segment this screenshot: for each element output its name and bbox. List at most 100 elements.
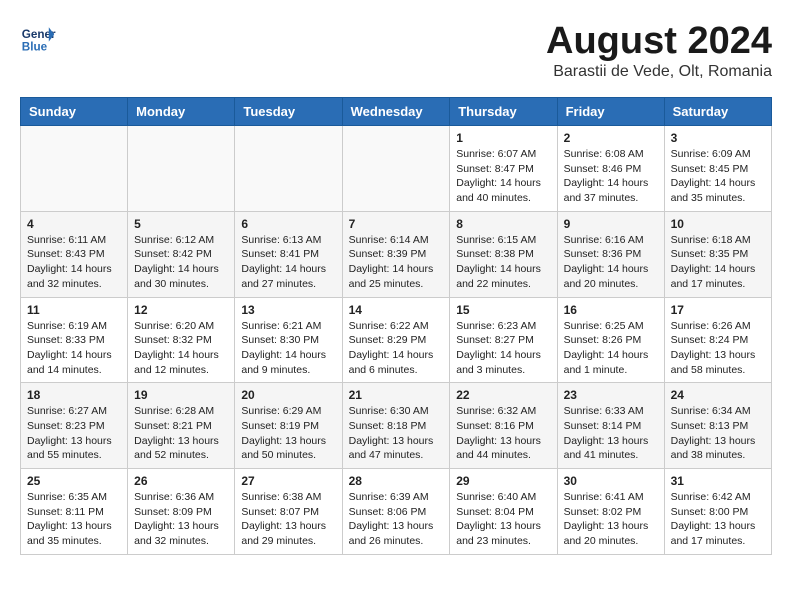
day-number: 11 <box>27 303 121 317</box>
calendar-cell: 21 Sunrise: 6:30 AM Sunset: 8:18 PM Dayli… <box>342 383 450 469</box>
calendar-cell: 31 Sunrise: 6:42 AM Sunset: 8:00 PM Dayli… <box>664 469 771 555</box>
day-number: 28 <box>349 474 444 488</box>
title-block: August 2024 Barastii de Vede, Olt, Roman… <box>546 20 772 81</box>
day-number: 14 <box>349 303 444 317</box>
col-header-saturday: Saturday <box>664 98 771 126</box>
day-number: 2 <box>564 131 658 145</box>
cell-content: Sunrise: 6:39 AM Sunset: 8:06 PM Dayligh… <box>349 490 444 549</box>
day-number: 19 <box>134 388 228 402</box>
cell-content: Sunrise: 6:14 AM Sunset: 8:39 PM Dayligh… <box>349 233 444 292</box>
col-header-tuesday: Tuesday <box>235 98 342 126</box>
page-header: General Blue August 2024 Barastii de Ved… <box>20 20 772 81</box>
cell-content: Sunrise: 6:07 AM Sunset: 8:47 PM Dayligh… <box>456 147 550 206</box>
day-number: 10 <box>671 217 765 231</box>
col-header-monday: Monday <box>128 98 235 126</box>
cell-content: Sunrise: 6:15 AM Sunset: 8:38 PM Dayligh… <box>456 233 550 292</box>
cell-content: Sunrise: 6:36 AM Sunset: 8:09 PM Dayligh… <box>134 490 228 549</box>
day-number: 22 <box>456 388 550 402</box>
cell-content: Sunrise: 6:18 AM Sunset: 8:35 PM Dayligh… <box>671 233 765 292</box>
day-number: 18 <box>27 388 121 402</box>
calendar-table: SundayMondayTuesdayWednesdayThursdayFrid… <box>20 97 772 555</box>
calendar-cell: 3 Sunrise: 6:09 AM Sunset: 8:45 PM Daylig… <box>664 126 771 212</box>
calendar-cell: 26Sunrise: 6:36 AM Sunset: 8:09 PM Dayli… <box>128 469 235 555</box>
calendar-cell: 6 Sunrise: 6:13 AM Sunset: 8:41 PM Daylig… <box>235 211 342 297</box>
logo: General Blue <box>20 20 56 56</box>
day-number: 4 <box>27 217 121 231</box>
cell-content: Sunrise: 6:20 AM Sunset: 8:32 PM Dayligh… <box>134 319 228 378</box>
day-number: 25 <box>27 474 121 488</box>
cell-content: Sunrise: 6:13 AM Sunset: 8:41 PM Dayligh… <box>241 233 335 292</box>
calendar-cell: 8 Sunrise: 6:15 AM Sunset: 8:38 PM Daylig… <box>450 211 557 297</box>
cell-content: Sunrise: 6:29 AM Sunset: 8:19 PM Dayligh… <box>241 404 335 463</box>
calendar-cell: 9 Sunrise: 6:16 AM Sunset: 8:36 PM Daylig… <box>557 211 664 297</box>
calendar-cell: 30 Sunrise: 6:41 AM Sunset: 8:02 PM Dayli… <box>557 469 664 555</box>
calendar-cell: 20 Sunrise: 6:29 AM Sunset: 8:19 PM Dayli… <box>235 383 342 469</box>
calendar-cell: 1 Sunrise: 6:07 AM Sunset: 8:47 PM Daylig… <box>450 126 557 212</box>
cell-content: Sunrise: 6:35 AM Sunset: 8:11 PM Dayligh… <box>27 490 121 549</box>
calendar-cell: 14Sunrise: 6:22 AM Sunset: 8:29 PM Dayli… <box>342 297 450 383</box>
calendar-cell: 4 Sunrise: 6:11 AM Sunset: 8:43 PM Daylig… <box>21 211 128 297</box>
cell-content: Sunrise: 6:11 AM Sunset: 8:43 PM Dayligh… <box>27 233 121 292</box>
day-number: 30 <box>564 474 658 488</box>
calendar-cell: 19 Sunrise: 6:28 AM Sunset: 8:21 PM Dayli… <box>128 383 235 469</box>
calendar-cell: 15 Sunrise: 6:23 AM Sunset: 8:27 PM Dayli… <box>450 297 557 383</box>
cell-content: Sunrise: 6:42 AM Sunset: 8:00 PM Dayligh… <box>671 490 765 549</box>
cell-content: Sunrise: 6:09 AM Sunset: 8:45 PM Dayligh… <box>671 147 765 206</box>
day-number: 31 <box>671 474 765 488</box>
calendar-cell: 22 Sunrise: 6:32 AM Sunset: 8:16 PM Dayli… <box>450 383 557 469</box>
calendar-cell: 25 Sunrise: 6:35 AM Sunset: 8:11 PM Dayli… <box>21 469 128 555</box>
cell-content: Sunrise: 6:28 AM Sunset: 8:21 PM Dayligh… <box>134 404 228 463</box>
day-number: 5 <box>134 217 228 231</box>
cell-content: Sunrise: 6:25 AM Sunset: 8:26 PM Dayligh… <box>564 319 658 378</box>
col-header-thursday: Thursday <box>450 98 557 126</box>
cell-content: Sunrise: 6:40 AM Sunset: 8:04 PM Dayligh… <box>456 490 550 549</box>
day-number: 20 <box>241 388 335 402</box>
calendar-cell: 10 Sunrise: 6:18 AM Sunset: 8:35 PM Dayli… <box>664 211 771 297</box>
day-number: 16 <box>564 303 658 317</box>
calendar-cell <box>21 126 128 212</box>
cell-content: Sunrise: 6:26 AM Sunset: 8:24 PM Dayligh… <box>671 319 765 378</box>
day-number: 9 <box>564 217 658 231</box>
cell-content: Sunrise: 6:12 AM Sunset: 8:42 PM Dayligh… <box>134 233 228 292</box>
cell-content: Sunrise: 6:30 AM Sunset: 8:18 PM Dayligh… <box>349 404 444 463</box>
day-number: 13 <box>241 303 335 317</box>
day-number: 23 <box>564 388 658 402</box>
cell-content: Sunrise: 6:32 AM Sunset: 8:16 PM Dayligh… <box>456 404 550 463</box>
day-number: 6 <box>241 217 335 231</box>
cell-content: Sunrise: 6:38 AM Sunset: 8:07 PM Dayligh… <box>241 490 335 549</box>
calendar-cell <box>235 126 342 212</box>
col-header-wednesday: Wednesday <box>342 98 450 126</box>
calendar-cell: 7 Sunrise: 6:14 AM Sunset: 8:39 PM Daylig… <box>342 211 450 297</box>
cell-content: Sunrise: 6:34 AM Sunset: 8:13 PM Dayligh… <box>671 404 765 463</box>
calendar-cell: 29 Sunrise: 6:40 AM Sunset: 8:04 PM Dayli… <box>450 469 557 555</box>
day-number: 12 <box>134 303 228 317</box>
calendar-cell <box>342 126 450 212</box>
day-number: 1 <box>456 131 550 145</box>
calendar-cell: 13 Sunrise: 6:21 AM Sunset: 8:30 PM Dayli… <box>235 297 342 383</box>
calendar-cell: 5 Sunrise: 6:12 AM Sunset: 8:42 PM Daylig… <box>128 211 235 297</box>
calendar-cell: 16 Sunrise: 6:25 AM Sunset: 8:26 PM Dayli… <box>557 297 664 383</box>
day-number: 21 <box>349 388 444 402</box>
calendar-cell: 18Sunrise: 6:27 AM Sunset: 8:23 PM Dayli… <box>21 383 128 469</box>
logo-icon: General Blue <box>20 20 56 56</box>
day-number: 8 <box>456 217 550 231</box>
calendar-cell: 23Sunrise: 6:33 AM Sunset: 8:14 PM Dayli… <box>557 383 664 469</box>
day-number: 29 <box>456 474 550 488</box>
col-header-friday: Friday <box>557 98 664 126</box>
day-number: 17 <box>671 303 765 317</box>
cell-content: Sunrise: 6:41 AM Sunset: 8:02 PM Dayligh… <box>564 490 658 549</box>
day-number: 3 <box>671 131 765 145</box>
day-number: 24 <box>671 388 765 402</box>
cell-content: Sunrise: 6:19 AM Sunset: 8:33 PM Dayligh… <box>27 319 121 378</box>
day-number: 7 <box>349 217 444 231</box>
cell-content: Sunrise: 6:16 AM Sunset: 8:36 PM Dayligh… <box>564 233 658 292</box>
cell-content: Sunrise: 6:08 AM Sunset: 8:46 PM Dayligh… <box>564 147 658 206</box>
cell-content: Sunrise: 6:23 AM Sunset: 8:27 PM Dayligh… <box>456 319 550 378</box>
month-title: August 2024 <box>546 20 772 63</box>
calendar-cell: 27 Sunrise: 6:38 AM Sunset: 8:07 PM Dayli… <box>235 469 342 555</box>
calendar-cell: 11 Sunrise: 6:19 AM Sunset: 8:33 PM Dayli… <box>21 297 128 383</box>
day-number: 15 <box>456 303 550 317</box>
calendar-cell: 2 Sunrise: 6:08 AM Sunset: 8:46 PM Daylig… <box>557 126 664 212</box>
cell-content: Sunrise: 6:21 AM Sunset: 8:30 PM Dayligh… <box>241 319 335 378</box>
day-number: 27 <box>241 474 335 488</box>
